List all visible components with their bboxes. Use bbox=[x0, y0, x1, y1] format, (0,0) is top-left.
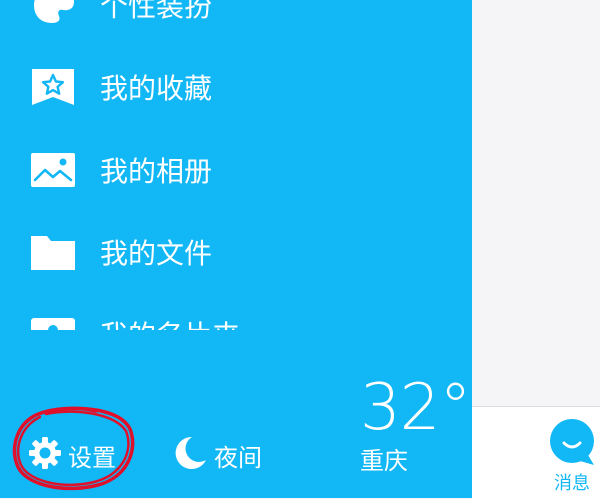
menu-item-files[interactable]: 我的文件 bbox=[0, 210, 472, 294]
folder-icon bbox=[30, 232, 76, 272]
business-card-icon bbox=[30, 314, 76, 330]
side-drawer: 个性装扮 我的收藏 我的相册 我的文件 设置 夜间 32° 重庆 bbox=[0, 0, 472, 498]
menu-item-label: 我的名片夹 bbox=[100, 314, 240, 330]
tab-messages[interactable]: 消息 bbox=[548, 419, 600, 499]
weather-temperature[interactable]: 32° bbox=[360, 372, 471, 444]
settings-button[interactable]: 设置 bbox=[28, 436, 116, 474]
tab-messages-label: 消息 bbox=[554, 473, 590, 494]
menu-item-label: 个性装扮 bbox=[100, 0, 213, 23]
menu-item-label: 我的相册 bbox=[100, 155, 213, 188]
star-bookmark-icon bbox=[30, 67, 76, 107]
settings-label: 设置 bbox=[68, 443, 116, 472]
bottom-tab-bar: 消息 bbox=[472, 406, 600, 499]
night-mode-label: 夜间 bbox=[214, 443, 262, 472]
drawer-menu: 个性装扮 我的收藏 我的相册 我的文件 bbox=[0, 0, 472, 330]
menu-item-personalize[interactable]: 个性装扮 bbox=[0, 0, 472, 47]
night-mode-button[interactable]: 夜间 bbox=[170, 434, 262, 476]
photo-album-icon bbox=[30, 150, 76, 190]
menu-item-album[interactable]: 我的相册 bbox=[0, 128, 472, 212]
main-content-peek: 消息 bbox=[472, 0, 600, 499]
menu-item-favorites[interactable]: 我的收藏 bbox=[0, 45, 472, 129]
moon-icon bbox=[170, 434, 208, 476]
menu-item-label: 我的收藏 bbox=[100, 72, 213, 105]
menu-item-business-cards[interactable]: 我的名片夹 bbox=[0, 292, 472, 330]
weather-city[interactable]: 重庆 bbox=[360, 441, 408, 476]
chat-bubble-icon bbox=[548, 419, 600, 471]
menu-item-label: 我的文件 bbox=[100, 237, 213, 270]
gear-icon bbox=[28, 436, 62, 474]
palette-icon bbox=[30, 0, 76, 25]
